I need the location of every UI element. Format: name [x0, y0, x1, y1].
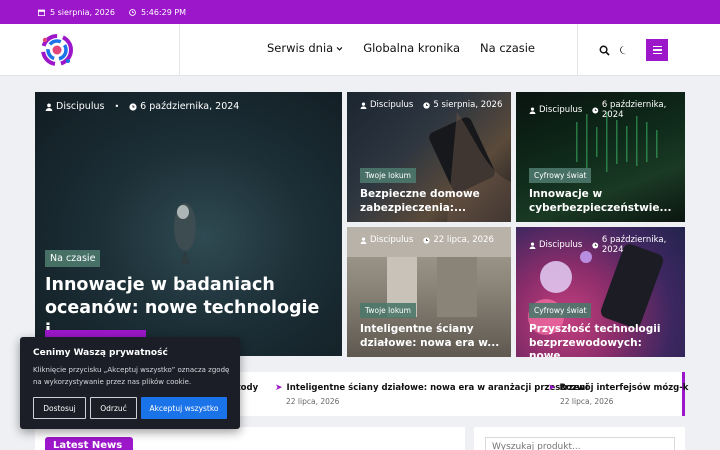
nav-item-label: Globalna kronika	[363, 41, 461, 55]
site-header: Serwis dnia Globalna kronika Na czasie	[0, 24, 720, 76]
cookie-accept-all-button[interactable]: Akceptuj wszystko	[141, 397, 227, 419]
hamburger-menu-icon	[652, 45, 662, 48]
featured-meta: Discipulus • 6 października, 2024	[45, 101, 239, 112]
header-divider	[179, 24, 180, 76]
arrow-right-icon: ➤	[275, 383, 283, 393]
nav-item-label: Serwis dnia	[267, 41, 334, 55]
post-category-tag[interactable]: Na czasie	[45, 250, 101, 267]
user-icon	[45, 103, 53, 111]
nav-item-globalna-kronika[interactable]: Globalna kronika	[363, 41, 460, 55]
clock-icon	[423, 101, 430, 109]
header-actions	[577, 24, 720, 76]
latest-news-heading: Latest News	[45, 437, 133, 450]
post-card[interactable]: Discipulus 6 października, 2024 Cyfrowy …	[516, 92, 685, 222]
post-author-name: Discipulus	[539, 105, 583, 115]
ticker-item[interactable]: ➤ Inteligentne ściany działowe: nowa era…	[275, 383, 588, 393]
hamburger-menu-button[interactable]	[646, 39, 668, 61]
post-meta: Discipulus 6 października, 2024	[529, 100, 685, 120]
post-author[interactable]: Discipulus	[45, 101, 104, 112]
post-date-text: 22 lipca, 2026	[433, 235, 494, 245]
user-icon	[529, 106, 536, 114]
post-date-text: 6 października, 2024	[140, 101, 240, 112]
ticker-item-date: 22 lipca, 2026	[560, 397, 614, 406]
theme-toggle-button[interactable]	[614, 40, 634, 60]
post-category-tag[interactable]: Twoje lokum	[360, 168, 416, 183]
post-category-tag[interactable]: Cyfrowy świat	[529, 303, 592, 318]
nav-item-na-czasie[interactable]: Na czasie	[480, 41, 535, 55]
arrow-right-icon: ➤	[548, 383, 556, 393]
post-date: 6 października, 2024	[592, 100, 685, 120]
topbar-time: 5:46:29 PM	[129, 8, 186, 17]
clock-icon	[592, 107, 599, 113]
topbar-time-text: 5:46:29 PM	[140, 7, 187, 17]
cookie-customize-button[interactable]: Dostosuj	[33, 397, 86, 419]
post-meta: Discipulus 22 lipca, 2026	[360, 235, 494, 245]
nav-item-label: Na czasie	[480, 41, 536, 55]
post-date-text: 6 października, 2024	[601, 235, 667, 255]
ticker-item-date: 22 lipca, 2026	[286, 397, 340, 406]
search-button[interactable]	[594, 40, 614, 60]
post-author[interactable]: Discipulus	[529, 240, 582, 250]
post-author[interactable]: Discipulus	[360, 235, 413, 245]
post-title[interactable]: Bezpieczne domowe zabezpieczenia:...	[360, 188, 505, 215]
sidebar-search-widget	[474, 427, 685, 450]
post-category-tag[interactable]: Twoje lokum	[360, 303, 416, 318]
post-card[interactable]: Discipulus 6 października, 2024 Cyfrowy …	[516, 227, 685, 357]
post-meta: Discipulus 5 sierpnia, 2026	[360, 100, 502, 110]
post-date: 5 sierpnia, 2026	[423, 100, 502, 110]
post-date: 6 października, 2024	[129, 101, 239, 112]
meta-separator: •	[114, 102, 120, 111]
post-date-text: 6 października, 2024	[601, 100, 667, 120]
post-title[interactable]: Innowacje w cyberbezpieczeństwie...	[529, 188, 679, 215]
post-author-name: Discipulus	[370, 235, 414, 245]
post-card[interactable]: Discipulus 5 sierpnia, 2026 Twoje lokum …	[347, 92, 511, 222]
main-nav: Serwis dnia Globalna kronika Na czasie	[267, 41, 535, 55]
cookie-reject-button[interactable]: Odrzuć	[90, 397, 137, 419]
post-category-tag[interactable]: Cyfrowy świat	[529, 168, 592, 183]
header-divider-right	[577, 24, 578, 76]
clock-icon	[129, 102, 137, 111]
post-title[interactable]: Przyszłość technologii bezprzewodowych: …	[529, 323, 679, 357]
hamburger-line	[652, 49, 662, 51]
post-author-name: Discipulus	[370, 100, 414, 110]
clock-icon	[592, 242, 599, 248]
clock-icon	[129, 8, 136, 16]
cookie-description: Kliknięcie przycisku „Akceptuj wszystko”…	[33, 366, 230, 386]
post-card[interactable]: Discipulus 22 lipca, 2026 Twoje lokum In…	[347, 227, 511, 357]
cookie-title: Cenimy Waszą prywatność	[33, 348, 168, 358]
ticker-item[interactable]: ➤ Rozwój interfejsów mózg-k	[548, 383, 688, 393]
clock-icon	[423, 236, 430, 244]
ticker-item-title: Rozwój interfejsów mózg-k	[559, 383, 689, 393]
chevron-down-icon	[336, 46, 343, 51]
search-icon	[599, 45, 610, 56]
nav-item-serwis-dnia[interactable]: Serwis dnia	[267, 41, 343, 55]
latest-news-section: Latest News	[35, 427, 465, 450]
post-title[interactable]: Inteligentne ściany działowe: nowa era w…	[360, 323, 505, 350]
topbar-date-text: 5 sierpnia, 2026	[50, 7, 115, 17]
moon-icon	[620, 45, 627, 55]
post-author[interactable]: Discipulus	[529, 105, 582, 115]
user-icon	[360, 101, 367, 109]
post-date-text: 5 sierpnia, 2026	[433, 100, 503, 110]
post-author-name: Discipulus	[539, 240, 583, 250]
top-bar: 5 sierpnia, 2026 5:46:29 PM	[0, 0, 720, 24]
site-logo[interactable]	[37, 30, 77, 70]
news-ticker: metody ➤ Inteligentne ściany działowe: n…	[222, 372, 688, 416]
ticker-item-title: Inteligentne ściany działowe: nowa era w…	[286, 383, 589, 393]
hamburger-line	[652, 52, 662, 55]
featured-post-card[interactable]: Discipulus • 6 października, 2024 Na cza…	[35, 92, 342, 356]
post-date: 6 października, 2024	[592, 235, 685, 255]
post-author-name: Discipulus	[56, 101, 105, 112]
topbar-date: 5 sierpnia, 2026	[38, 8, 115, 17]
calendar-icon	[38, 9, 45, 16]
post-author[interactable]: Discipulus	[360, 100, 413, 110]
post-meta: Discipulus 6 października, 2024	[529, 235, 685, 255]
product-search-input[interactable]	[485, 437, 675, 450]
post-date: 22 lipca, 2026	[423, 235, 494, 245]
cookie-consent-banner: Cenimy Waszą prywatność Kliknięcie przyc…	[20, 337, 240, 429]
user-icon	[360, 236, 367, 244]
user-icon	[529, 241, 536, 249]
